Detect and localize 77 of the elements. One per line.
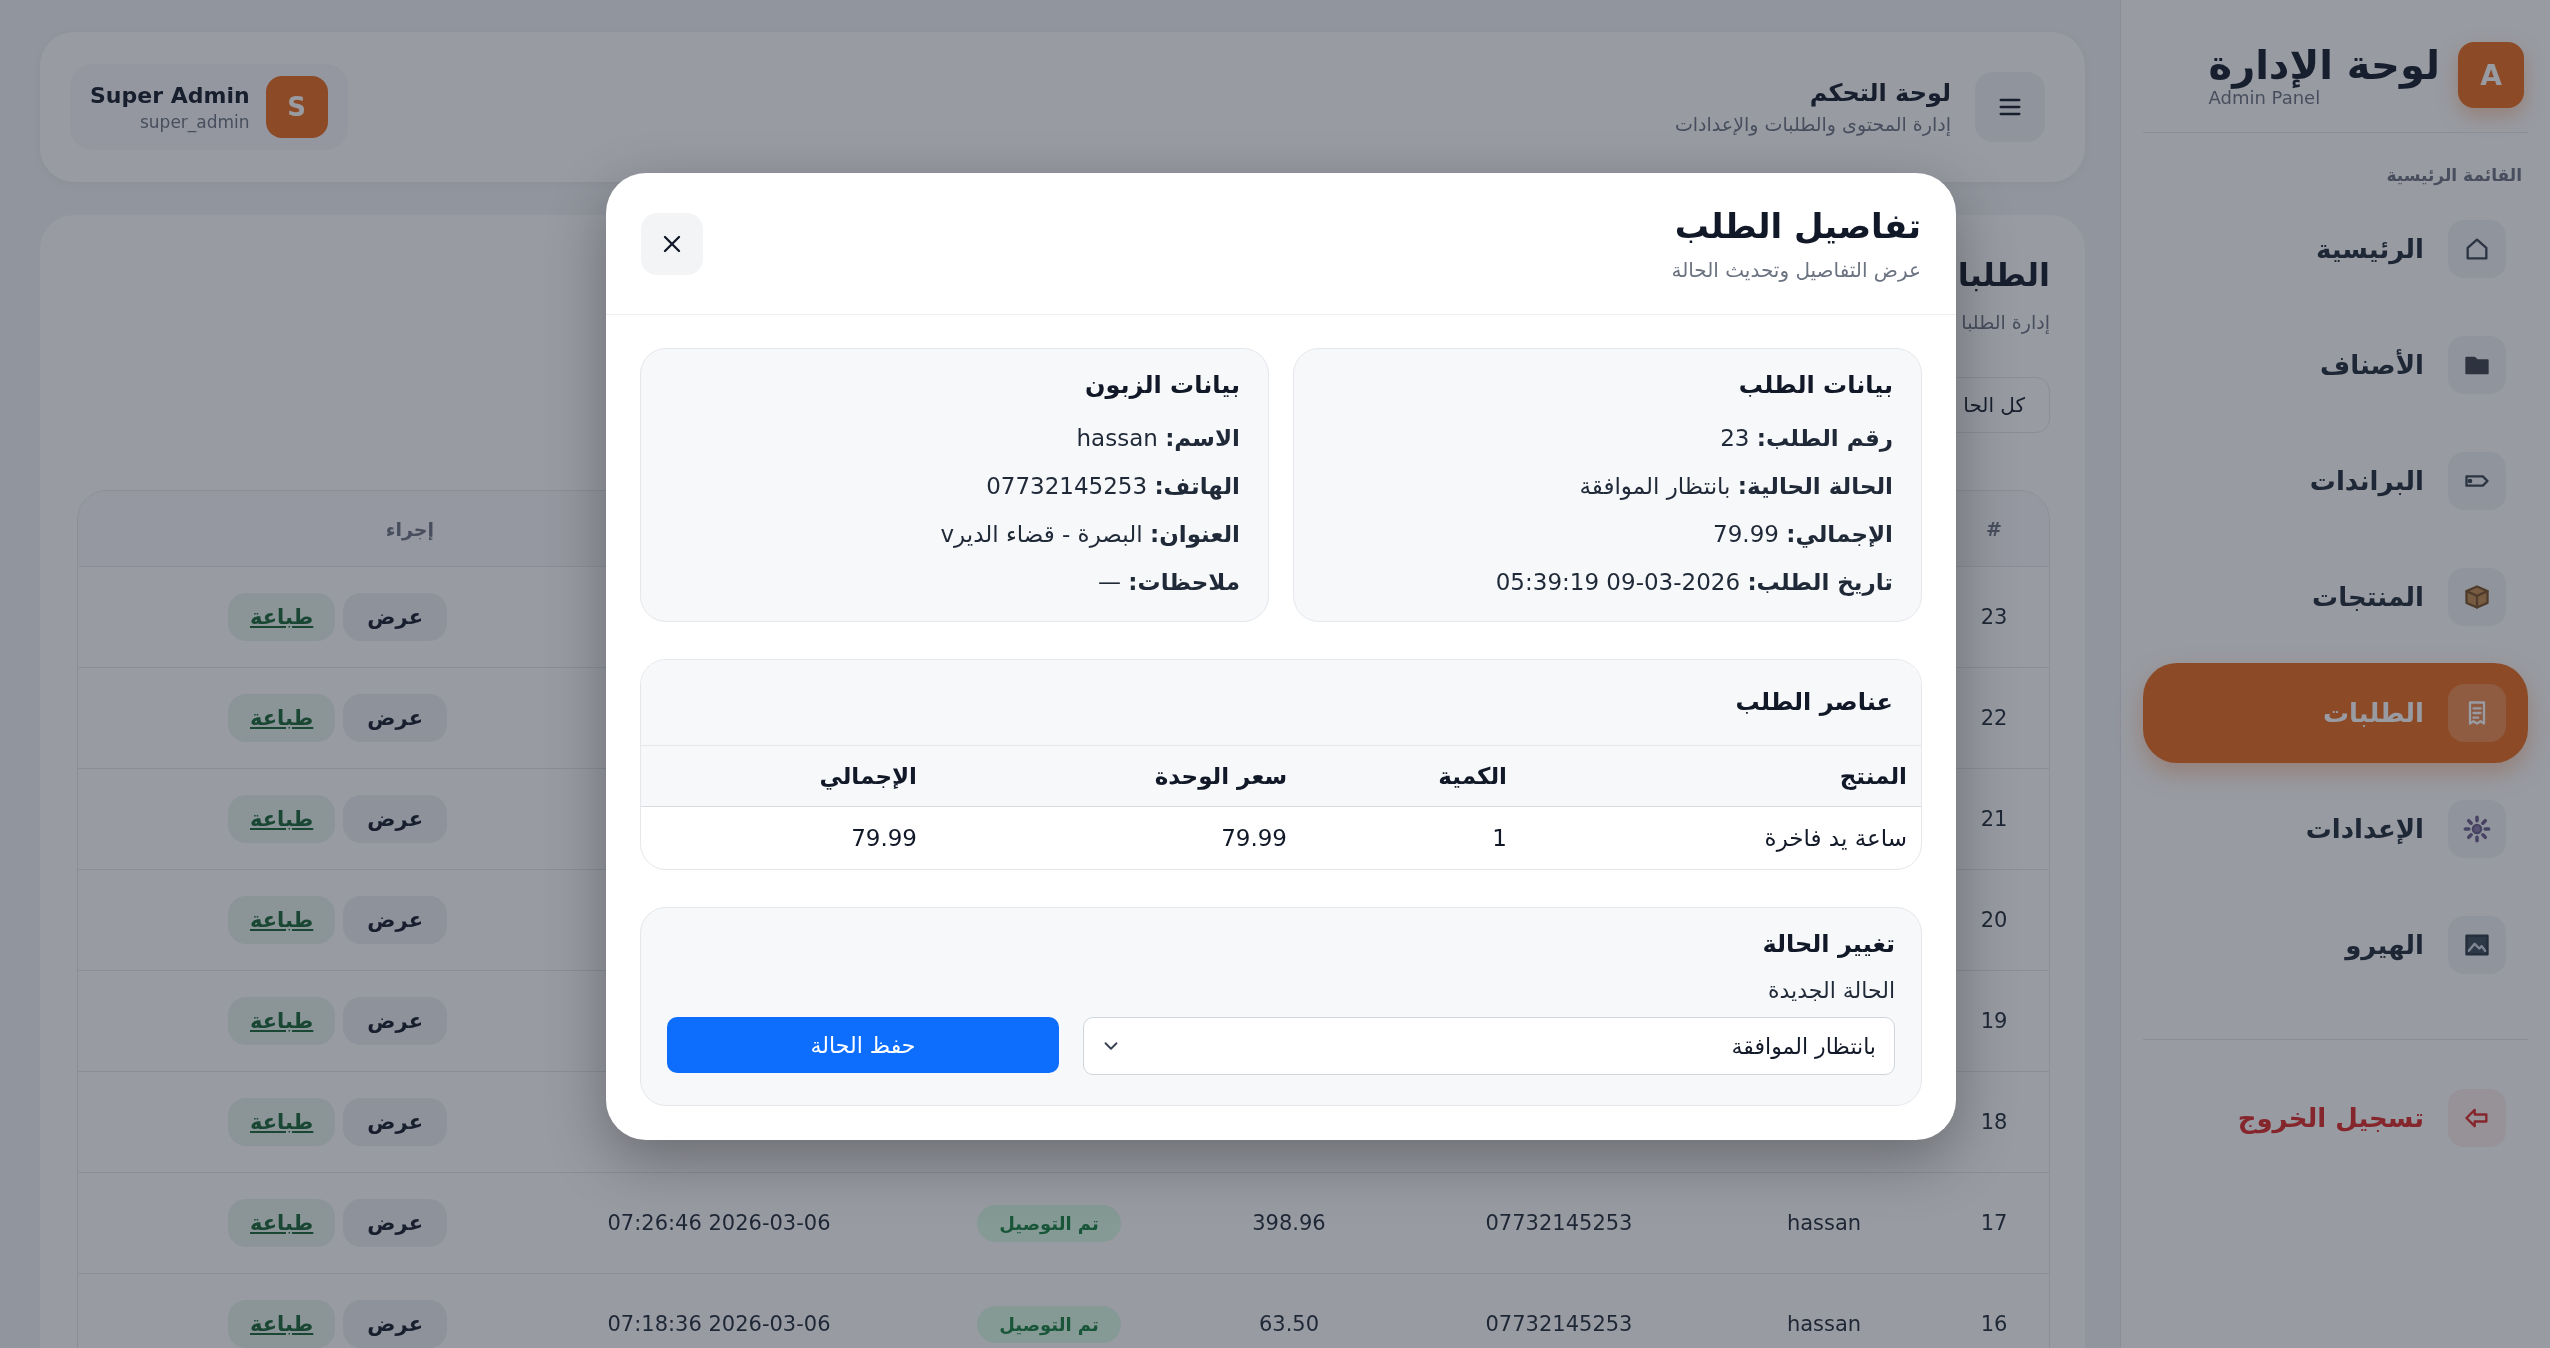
sidebar-item[interactable]: المنتجات [2143, 547, 2528, 647]
print-link[interactable]: طباعة [228, 997, 336, 1045]
menu-button[interactable] [1975, 72, 2045, 142]
sidebar-item[interactable]: الهيرو [2143, 895, 2528, 995]
table-cell-text: 23 [1979, 605, 2009, 629]
sidebar-item[interactable]: البراندات [2143, 431, 2528, 531]
print-link[interactable]: طباعة [228, 896, 336, 944]
table-cell-text: hassan [1785, 1312, 1863, 1336]
status-select[interactable]: بانتظار الموافقة [1083, 1017, 1895, 1075]
sidebar-item[interactable]: الإعدادات [2143, 779, 2528, 879]
section-label: القائمة الرئيسية [2385, 164, 2523, 188]
table-cell-text: 398.96 [1251, 1211, 1327, 1235]
brand-avatar: A [2458, 42, 2524, 108]
view-button[interactable]: عرض [343, 1199, 447, 1247]
view-button[interactable]: عرض [343, 694, 447, 742]
info-line: العنوان: البصرة - قضاء الديرv [939, 520, 1240, 550]
user-avatar: S [265, 76, 328, 138]
table-cell-text: ساعة يد فاخرة [1763, 825, 1908, 851]
table-cell-text: 2026-03-06 07:18:36 [606, 1312, 832, 1336]
card-heading: بيانات الطلب [1737, 371, 1893, 399]
card-heading: عناصر الطلب [641, 660, 1921, 746]
column-header: المنتج [1838, 763, 1908, 789]
sidebar-item[interactable]: الأصناف [2143, 315, 2528, 415]
card-heading: بيانات الزبون [1083, 371, 1240, 399]
status-badge: تم التوصيل [977, 1204, 1121, 1242]
view-button[interactable]: عرض [343, 896, 447, 944]
info-line: الحالة الحالية: بانتظار الموافقة [1578, 472, 1893, 502]
view-button[interactable]: عرض [343, 795, 447, 843]
table-cell-text: 79.99 [850, 825, 918, 851]
section-title: الطلبا [1957, 255, 2050, 296]
print-link[interactable]: طباعة [228, 1098, 336, 1146]
table-cell-text: 22 [1979, 706, 2009, 730]
table-cell-text: 21 [1979, 807, 2009, 831]
table-cell-text: 17 [1979, 1211, 2009, 1235]
card-heading: تغيير الحالة [1761, 930, 1895, 958]
dialog-title: تفاصيل الطلب [1673, 205, 1921, 246]
sidebar-item[interactable]: الرئيسية [2143, 199, 2528, 299]
section-subtitle: إدارة الطلبا [1961, 310, 2050, 336]
view-button[interactable]: عرض [343, 1300, 447, 1348]
user-name: Super Admin [90, 82, 250, 108]
page-subtitle: إدارة المحتوى والطلبات والإعدادات [1674, 113, 1951, 135]
table-cell-text: 20 [1979, 908, 2009, 932]
print-link[interactable]: طباعة [228, 694, 336, 742]
table-cell-text: 18 [1979, 1110, 2009, 1134]
column-header: الكمية [1437, 763, 1508, 789]
print-link[interactable]: طباعة [228, 593, 336, 641]
brand-title: لوحة الإدارة [2208, 42, 2440, 87]
column-header: الإجمالي [818, 763, 918, 789]
save-button[interactable]: حفظ الحالة [667, 1017, 1059, 1073]
table-cell-text: 79.99 [1220, 825, 1288, 851]
print-link[interactable]: طباعة [228, 795, 336, 843]
view-button[interactable]: عرض [343, 1098, 447, 1146]
table-cell-text: 07732145253 [1484, 1312, 1634, 1336]
table-cell-text: 19 [1979, 1009, 2009, 1033]
column-header: # [1985, 517, 2003, 540]
field-label: الحالة الجديدة [1767, 978, 1895, 1003]
table-cell-text: 1 [1491, 825, 1508, 851]
print-link[interactable]: طباعة [228, 1199, 336, 1247]
gear-icon [2463, 815, 2491, 843]
table-cell-text: 63.50 [1257, 1312, 1321, 1336]
table-cell-text: 2026-03-06 07:26:46 [606, 1211, 832, 1235]
table-cell-text: 16 [1979, 1312, 2009, 1336]
column-header: إجراء [384, 517, 435, 540]
dialog-subtitle: عرض التفاصيل وتحديث الحالة [1671, 257, 1921, 282]
info-line: ملاحظات: — [1097, 568, 1240, 597]
print-link[interactable]: طباعة [228, 1300, 336, 1348]
status-badge: تم التوصيل [977, 1305, 1121, 1343]
user-username: super_admin [139, 111, 250, 132]
table-cell-text: 07732145253 [1484, 1211, 1634, 1235]
box-icon [2463, 583, 2491, 611]
page-title: لوحة التحكم [1808, 79, 1951, 107]
view-button[interactable]: عرض [343, 997, 447, 1045]
table-cell-text: hassan [1785, 1211, 1863, 1235]
close-button[interactable] [641, 212, 703, 275]
view-button[interactable]: عرض [343, 593, 447, 641]
column-header: سعر الوحدة [1153, 763, 1288, 789]
logout-link[interactable]: تسجيل الخروج [2143, 1068, 2528, 1168]
